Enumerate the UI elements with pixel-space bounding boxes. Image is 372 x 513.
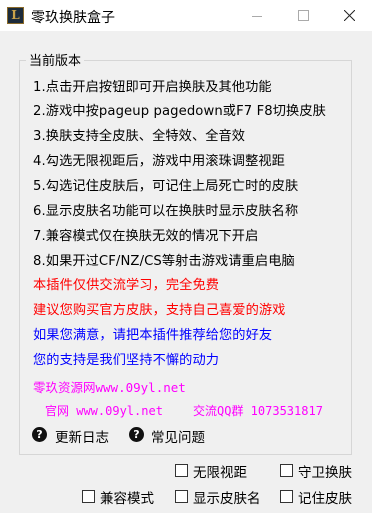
compat-mode-checkbox[interactable] [82, 490, 95, 503]
guard-skin-checkbox[interactable] [280, 464, 293, 477]
show-skin-name-label[interactable]: 显示皮肤名 [193, 487, 261, 507]
info-line-6: 6.显示皮肤名功能可以在换肤时显示皮肤名称 [33, 204, 299, 219]
unlimited-view-label[interactable]: 无限视距 [193, 461, 247, 481]
info-line-4: 4.勾选无限视距后，游戏中用滚珠调整视距 [33, 154, 285, 169]
window-title: 零玖换肤盒子 [31, 10, 115, 26]
info-line-3: 3.换肤支持全皮肤、全特效、全音效 [33, 129, 246, 144]
minimize-button[interactable] [234, 0, 280, 31]
notice-support: 您的支持是我们坚持不懈的动力 [33, 353, 220, 368]
compat-mode-label[interactable]: 兼容模式 [100, 487, 154, 507]
remember-skin-label[interactable]: 记住皮肤 [298, 487, 352, 507]
info-line-1: 1.点击开启按钮即可开启换肤及其他功能 [33, 80, 272, 95]
app-logo-icon: L [7, 7, 24, 24]
resource-site-link[interactable]: 零玖资源网www.09yl.net [33, 377, 186, 396]
changelog-link[interactable]: 更新日志 [55, 426, 109, 446]
notice-buy-official: 建议您购买官方皮肤，支持自己喜爱的游戏 [33, 303, 286, 318]
official-site-link[interactable]: 官网 www.09yl.net [45, 402, 163, 419]
guard-skin-label[interactable]: 守卫换肤 [298, 461, 352, 481]
info-line-2: 2.游戏中按pageup pagedown或F7 F8切换皮肤 [33, 104, 326, 119]
notice-recommend: 如果您满意，请把本插件推荐给您的好友 [33, 328, 273, 343]
title-bar[interactable]: L 零玖换肤盒子 [0, 0, 372, 31]
info-line-7: 7.兼容模式仅在换肤无效的情况下开启 [33, 229, 259, 244]
faq-link[interactable]: 常见问题 [151, 426, 205, 446]
notice-free: 本插件仅供交流学习，完全免费 [33, 278, 220, 293]
help-icon[interactable]: ? [32, 427, 47, 442]
info-line-8: 8.如果开过CF/NZ/CS等射击游戏请重启电脑 [33, 254, 295, 269]
remember-skin-checkbox[interactable] [280, 490, 293, 503]
maximize-button[interactable] [280, 0, 326, 31]
show-skin-name-checkbox[interactable] [175, 490, 188, 503]
help-icon[interactable]: ? [129, 427, 144, 442]
info-line-5: 5.勾选记住皮肤后，可记住上局死亡时的皮肤 [33, 179, 299, 194]
qq-group-link[interactable]: 交流QQ群 1073531817 [193, 402, 323, 419]
version-group-title: 当前版本 [26, 50, 85, 69]
unlimited-view-checkbox[interactable] [175, 464, 188, 477]
close-icon [344, 10, 355, 21]
close-button[interactable] [326, 0, 372, 31]
